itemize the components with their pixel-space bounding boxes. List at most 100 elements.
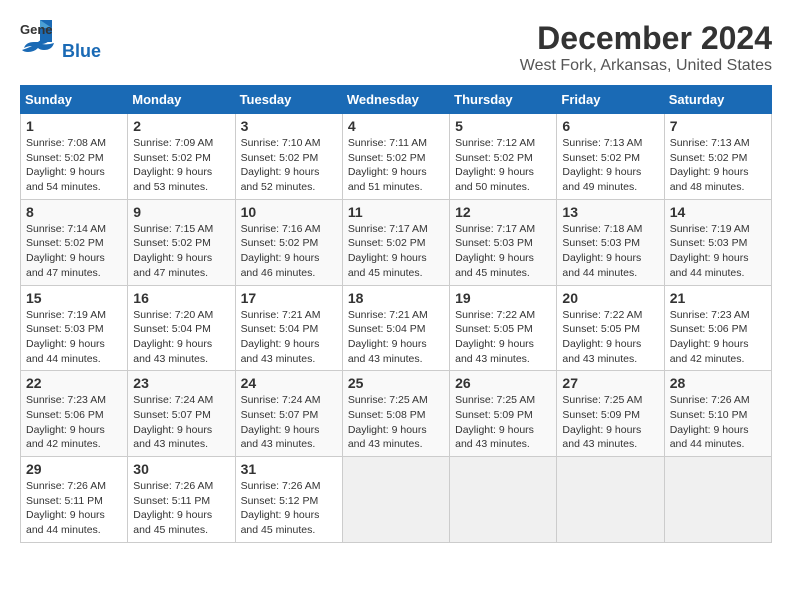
sunset-label: Sunset: 5:04 PM: [348, 323, 426, 335]
sunrise-label: Sunrise: 7:15 AM: [133, 223, 213, 235]
sunset-label: Sunset: 5:02 PM: [670, 152, 748, 164]
calendar-cell-day-11: 11 Sunrise: 7:17 AM Sunset: 5:02 PM Dayl…: [342, 199, 449, 285]
daylight-label: Daylight: 9 hours and 43 minutes.: [348, 424, 427, 451]
daylight-label: Daylight: 9 hours and 52 minutes.: [241, 166, 320, 193]
sunset-label: Sunset: 5:03 PM: [670, 237, 748, 249]
logo: General Blue: [20, 20, 101, 64]
calendar-header-row: SundayMondayTuesdayWednesdayThursdayFrid…: [21, 86, 772, 114]
calendar-cell-day-28: 28 Sunrise: 7:26 AM Sunset: 5:10 PM Dayl…: [664, 371, 771, 457]
calendar-cell-day-31: 31 Sunrise: 7:26 AM Sunset: 5:12 PM Dayl…: [235, 457, 342, 543]
daylight-label: Daylight: 9 hours and 44 minutes.: [562, 252, 641, 279]
calendar-cell-day-3: 3 Sunrise: 7:10 AM Sunset: 5:02 PM Dayli…: [235, 114, 342, 200]
sunrise-label: Sunrise: 7:19 AM: [670, 223, 750, 235]
sunset-label: Sunset: 5:04 PM: [241, 323, 319, 335]
day-number: 13: [562, 204, 658, 220]
calendar-week-5: 29 Sunrise: 7:26 AM Sunset: 5:11 PM Dayl…: [21, 457, 772, 543]
sunrise-label: Sunrise: 7:26 AM: [133, 480, 213, 492]
daylight-label: Daylight: 9 hours and 49 minutes.: [562, 166, 641, 193]
sunrise-label: Sunrise: 7:25 AM: [562, 394, 642, 406]
sunrise-label: Sunrise: 7:21 AM: [241, 309, 321, 321]
sunrise-label: Sunrise: 7:17 AM: [348, 223, 428, 235]
sunrise-label: Sunrise: 7:25 AM: [348, 394, 428, 406]
day-info: Sunrise: 7:12 AM Sunset: 5:02 PM Dayligh…: [455, 136, 551, 195]
calendar-cell-day-23: 23 Sunrise: 7:24 AM Sunset: 5:07 PM Dayl…: [128, 371, 235, 457]
sunset-label: Sunset: 5:03 PM: [26, 323, 104, 335]
daylight-label: Daylight: 9 hours and 50 minutes.: [455, 166, 534, 193]
daylight-label: Daylight: 9 hours and 44 minutes.: [26, 338, 105, 365]
sunset-label: Sunset: 5:09 PM: [562, 409, 640, 421]
sunrise-label: Sunrise: 7:20 AM: [133, 309, 213, 321]
day-number: 16: [133, 290, 229, 306]
day-info: Sunrise: 7:21 AM Sunset: 5:04 PM Dayligh…: [241, 308, 337, 367]
day-number: 8: [26, 204, 122, 220]
calendar-cell-day-2: 2 Sunrise: 7:09 AM Sunset: 5:02 PM Dayli…: [128, 114, 235, 200]
daylight-label: Daylight: 9 hours and 44 minutes.: [670, 252, 749, 279]
title-section: December 2024 West Fork, Arkansas, Unite…: [520, 20, 772, 75]
calendar-cell-day-13: 13 Sunrise: 7:18 AM Sunset: 5:03 PM Dayl…: [557, 199, 664, 285]
calendar-cell-day-18: 18 Sunrise: 7:21 AM Sunset: 5:04 PM Dayl…: [342, 285, 449, 371]
day-number: 22: [26, 375, 122, 391]
daylight-label: Daylight: 9 hours and 48 minutes.: [670, 166, 749, 193]
day-number: 11: [348, 204, 444, 220]
daylight-label: Daylight: 9 hours and 43 minutes.: [562, 338, 641, 365]
svg-text:General: General: [20, 22, 52, 37]
day-info: Sunrise: 7:26 AM Sunset: 5:11 PM Dayligh…: [133, 479, 229, 538]
calendar-cell-day-30: 30 Sunrise: 7:26 AM Sunset: 5:11 PM Dayl…: [128, 457, 235, 543]
sunrise-label: Sunrise: 7:23 AM: [670, 309, 750, 321]
day-number: 10: [241, 204, 337, 220]
day-info: Sunrise: 7:24 AM Sunset: 5:07 PM Dayligh…: [133, 393, 229, 452]
day-number: 29: [26, 461, 122, 477]
sunset-label: Sunset: 5:05 PM: [562, 323, 640, 335]
calendar-cell-day-29: 29 Sunrise: 7:26 AM Sunset: 5:11 PM Dayl…: [21, 457, 128, 543]
calendar-cell-day-5: 5 Sunrise: 7:12 AM Sunset: 5:02 PM Dayli…: [450, 114, 557, 200]
sunset-label: Sunset: 5:06 PM: [26, 409, 104, 421]
sunset-label: Sunset: 5:06 PM: [670, 323, 748, 335]
sunrise-label: Sunrise: 7:22 AM: [455, 309, 535, 321]
sunset-label: Sunset: 5:02 PM: [455, 152, 533, 164]
day-info: Sunrise: 7:25 AM Sunset: 5:09 PM Dayligh…: [455, 393, 551, 452]
sunrise-label: Sunrise: 7:08 AM: [26, 137, 106, 149]
sunset-label: Sunset: 5:02 PM: [241, 237, 319, 249]
daylight-label: Daylight: 9 hours and 47 minutes.: [26, 252, 105, 279]
sunset-label: Sunset: 5:11 PM: [26, 495, 103, 507]
day-number: 28: [670, 375, 766, 391]
daylight-label: Daylight: 9 hours and 45 minutes.: [133, 509, 212, 536]
sunrise-label: Sunrise: 7:21 AM: [348, 309, 428, 321]
day-number: 20: [562, 290, 658, 306]
calendar-cell-day-20: 20 Sunrise: 7:22 AM Sunset: 5:05 PM Dayl…: [557, 285, 664, 371]
sunset-label: Sunset: 5:02 PM: [562, 152, 640, 164]
calendar-cell-day-17: 17 Sunrise: 7:21 AM Sunset: 5:04 PM Dayl…: [235, 285, 342, 371]
sunrise-label: Sunrise: 7:12 AM: [455, 137, 535, 149]
sunrise-label: Sunrise: 7:24 AM: [133, 394, 213, 406]
day-info: Sunrise: 7:13 AM Sunset: 5:02 PM Dayligh…: [562, 136, 658, 195]
sunrise-label: Sunrise: 7:26 AM: [26, 480, 106, 492]
day-info: Sunrise: 7:23 AM Sunset: 5:06 PM Dayligh…: [670, 308, 766, 367]
sunset-label: Sunset: 5:02 PM: [241, 152, 319, 164]
sunset-label: Sunset: 5:09 PM: [455, 409, 533, 421]
daylight-label: Daylight: 9 hours and 45 minutes.: [455, 252, 534, 279]
day-info: Sunrise: 7:21 AM Sunset: 5:04 PM Dayligh…: [348, 308, 444, 367]
daylight-label: Daylight: 9 hours and 51 minutes.: [348, 166, 427, 193]
sunset-label: Sunset: 5:08 PM: [348, 409, 426, 421]
day-info: Sunrise: 7:19 AM Sunset: 5:03 PM Dayligh…: [670, 222, 766, 281]
calendar-week-1: 1 Sunrise: 7:08 AM Sunset: 5:02 PM Dayli…: [21, 114, 772, 200]
calendar-cell-day-9: 9 Sunrise: 7:15 AM Sunset: 5:02 PM Dayli…: [128, 199, 235, 285]
daylight-label: Daylight: 9 hours and 45 minutes.: [348, 252, 427, 279]
sunset-label: Sunset: 5:12 PM: [241, 495, 319, 507]
calendar-cell-day-27: 27 Sunrise: 7:25 AM Sunset: 5:09 PM Dayl…: [557, 371, 664, 457]
day-number: 30: [133, 461, 229, 477]
day-info: Sunrise: 7:26 AM Sunset: 5:12 PM Dayligh…: [241, 479, 337, 538]
calendar-cell-day-19: 19 Sunrise: 7:22 AM Sunset: 5:05 PM Dayl…: [450, 285, 557, 371]
daylight-label: Daylight: 9 hours and 43 minutes.: [241, 424, 320, 451]
page-header: General Blue December 2024 West Fork, Ar…: [20, 20, 772, 75]
sunrise-label: Sunrise: 7:24 AM: [241, 394, 321, 406]
calendar-week-2: 8 Sunrise: 7:14 AM Sunset: 5:02 PM Dayli…: [21, 199, 772, 285]
day-number: 6: [562, 118, 658, 134]
sunset-label: Sunset: 5:07 PM: [133, 409, 211, 421]
daylight-label: Daylight: 9 hours and 44 minutes.: [26, 509, 105, 536]
calendar-week-4: 22 Sunrise: 7:23 AM Sunset: 5:06 PM Dayl…: [21, 371, 772, 457]
sunset-label: Sunset: 5:04 PM: [133, 323, 211, 335]
sunrise-label: Sunrise: 7:16 AM: [241, 223, 321, 235]
daylight-label: Daylight: 9 hours and 44 minutes.: [670, 424, 749, 451]
sunset-label: Sunset: 5:02 PM: [26, 237, 104, 249]
